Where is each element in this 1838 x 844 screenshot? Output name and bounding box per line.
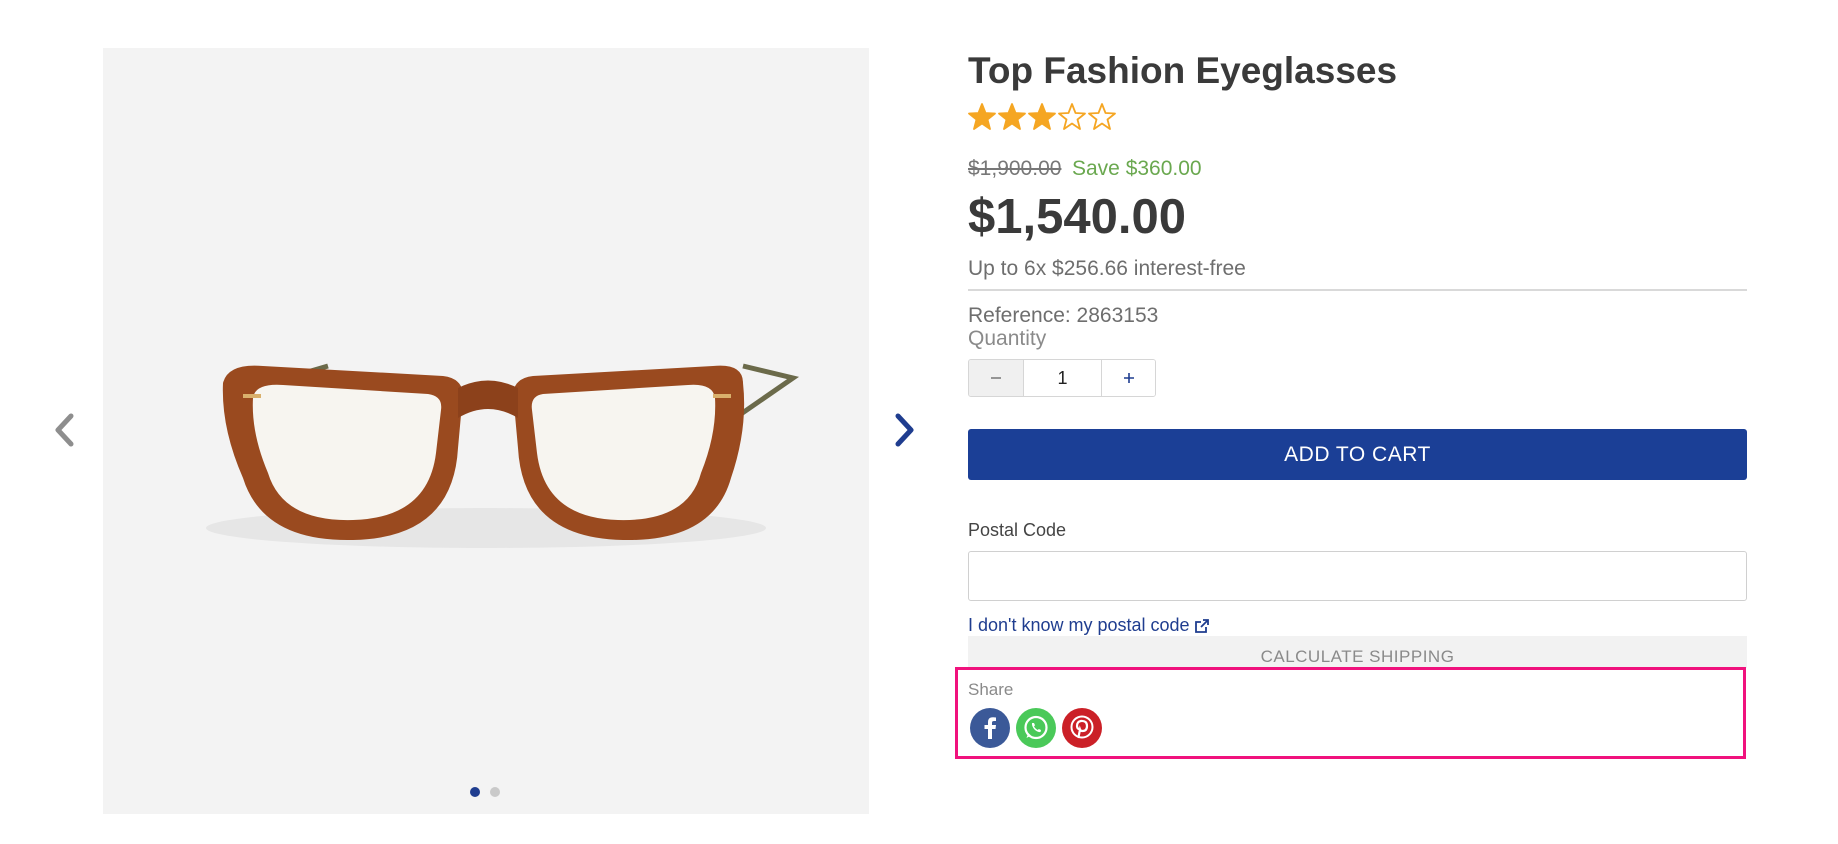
star-empty-icon: [1088, 103, 1116, 130]
postal-code-input[interactable]: [968, 551, 1747, 601]
postal-code-label: Postal Code: [968, 520, 1067, 540]
share-section: Share: [955, 667, 1746, 759]
divider: [968, 289, 1747, 291]
gallery-prev-button[interactable]: [44, 405, 84, 455]
pinterest-icon: [1070, 715, 1094, 739]
product-image-gallery: [103, 48, 869, 814]
add-to-cart-button[interactable]: ADD TO CART: [968, 429, 1747, 480]
star-filled-icon: [1028, 103, 1056, 130]
external-link-icon: [1194, 618, 1209, 633]
whatsapp-share-button[interactable]: [1016, 708, 1056, 748]
unknown-postal-code-link-text: I don't know my postal code: [968, 615, 1190, 635]
star-filled-icon: [968, 103, 996, 130]
current-price: $1,540.00: [968, 190, 1186, 244]
star-empty-icon: [1058, 103, 1086, 130]
savings-text: Save $360.00: [1072, 157, 1202, 180]
installments-text: Up to 6x $256.66 interest-free: [968, 257, 1246, 280]
minus-icon: [991, 377, 1001, 379]
product-title: Top Fashion Eyeglasses: [968, 50, 1398, 91]
facebook-icon: [984, 717, 996, 739]
gallery-pagination: [470, 787, 500, 797]
quantity-decrease-button[interactable]: [969, 360, 1023, 396]
whatsapp-icon: [1024, 715, 1048, 740]
rating-stars: [968, 102, 1116, 132]
product-reference: Reference: 2863153: [968, 304, 1159, 327]
calculate-shipping-button[interactable]: CALCULATE SHIPPING: [968, 636, 1747, 668]
share-icons: [970, 708, 1102, 748]
facebook-share-button[interactable]: [970, 708, 1010, 748]
star-filled-icon: [998, 103, 1026, 130]
pinterest-share-button[interactable]: [1062, 708, 1102, 748]
chevron-left-icon: [55, 413, 74, 447]
gallery-dot-1[interactable]: [470, 787, 480, 797]
quantity-label: Quantity: [968, 327, 1047, 350]
share-label: Share: [968, 680, 1014, 699]
plus-icon: [1123, 373, 1134, 383]
original-price: $1,900.00: [968, 157, 1062, 180]
gallery-dot-2[interactable]: [490, 787, 500, 797]
quantity-stepper: [968, 359, 1156, 397]
product-image: [103, 48, 869, 814]
quantity-increase-button[interactable]: [1101, 360, 1155, 396]
quantity-input[interactable]: [1023, 360, 1101, 396]
chevron-right-icon: [895, 413, 914, 447]
gallery-next-button[interactable]: [885, 405, 925, 455]
unknown-postal-code-link[interactable]: I don't know my postal code: [968, 615, 1210, 636]
